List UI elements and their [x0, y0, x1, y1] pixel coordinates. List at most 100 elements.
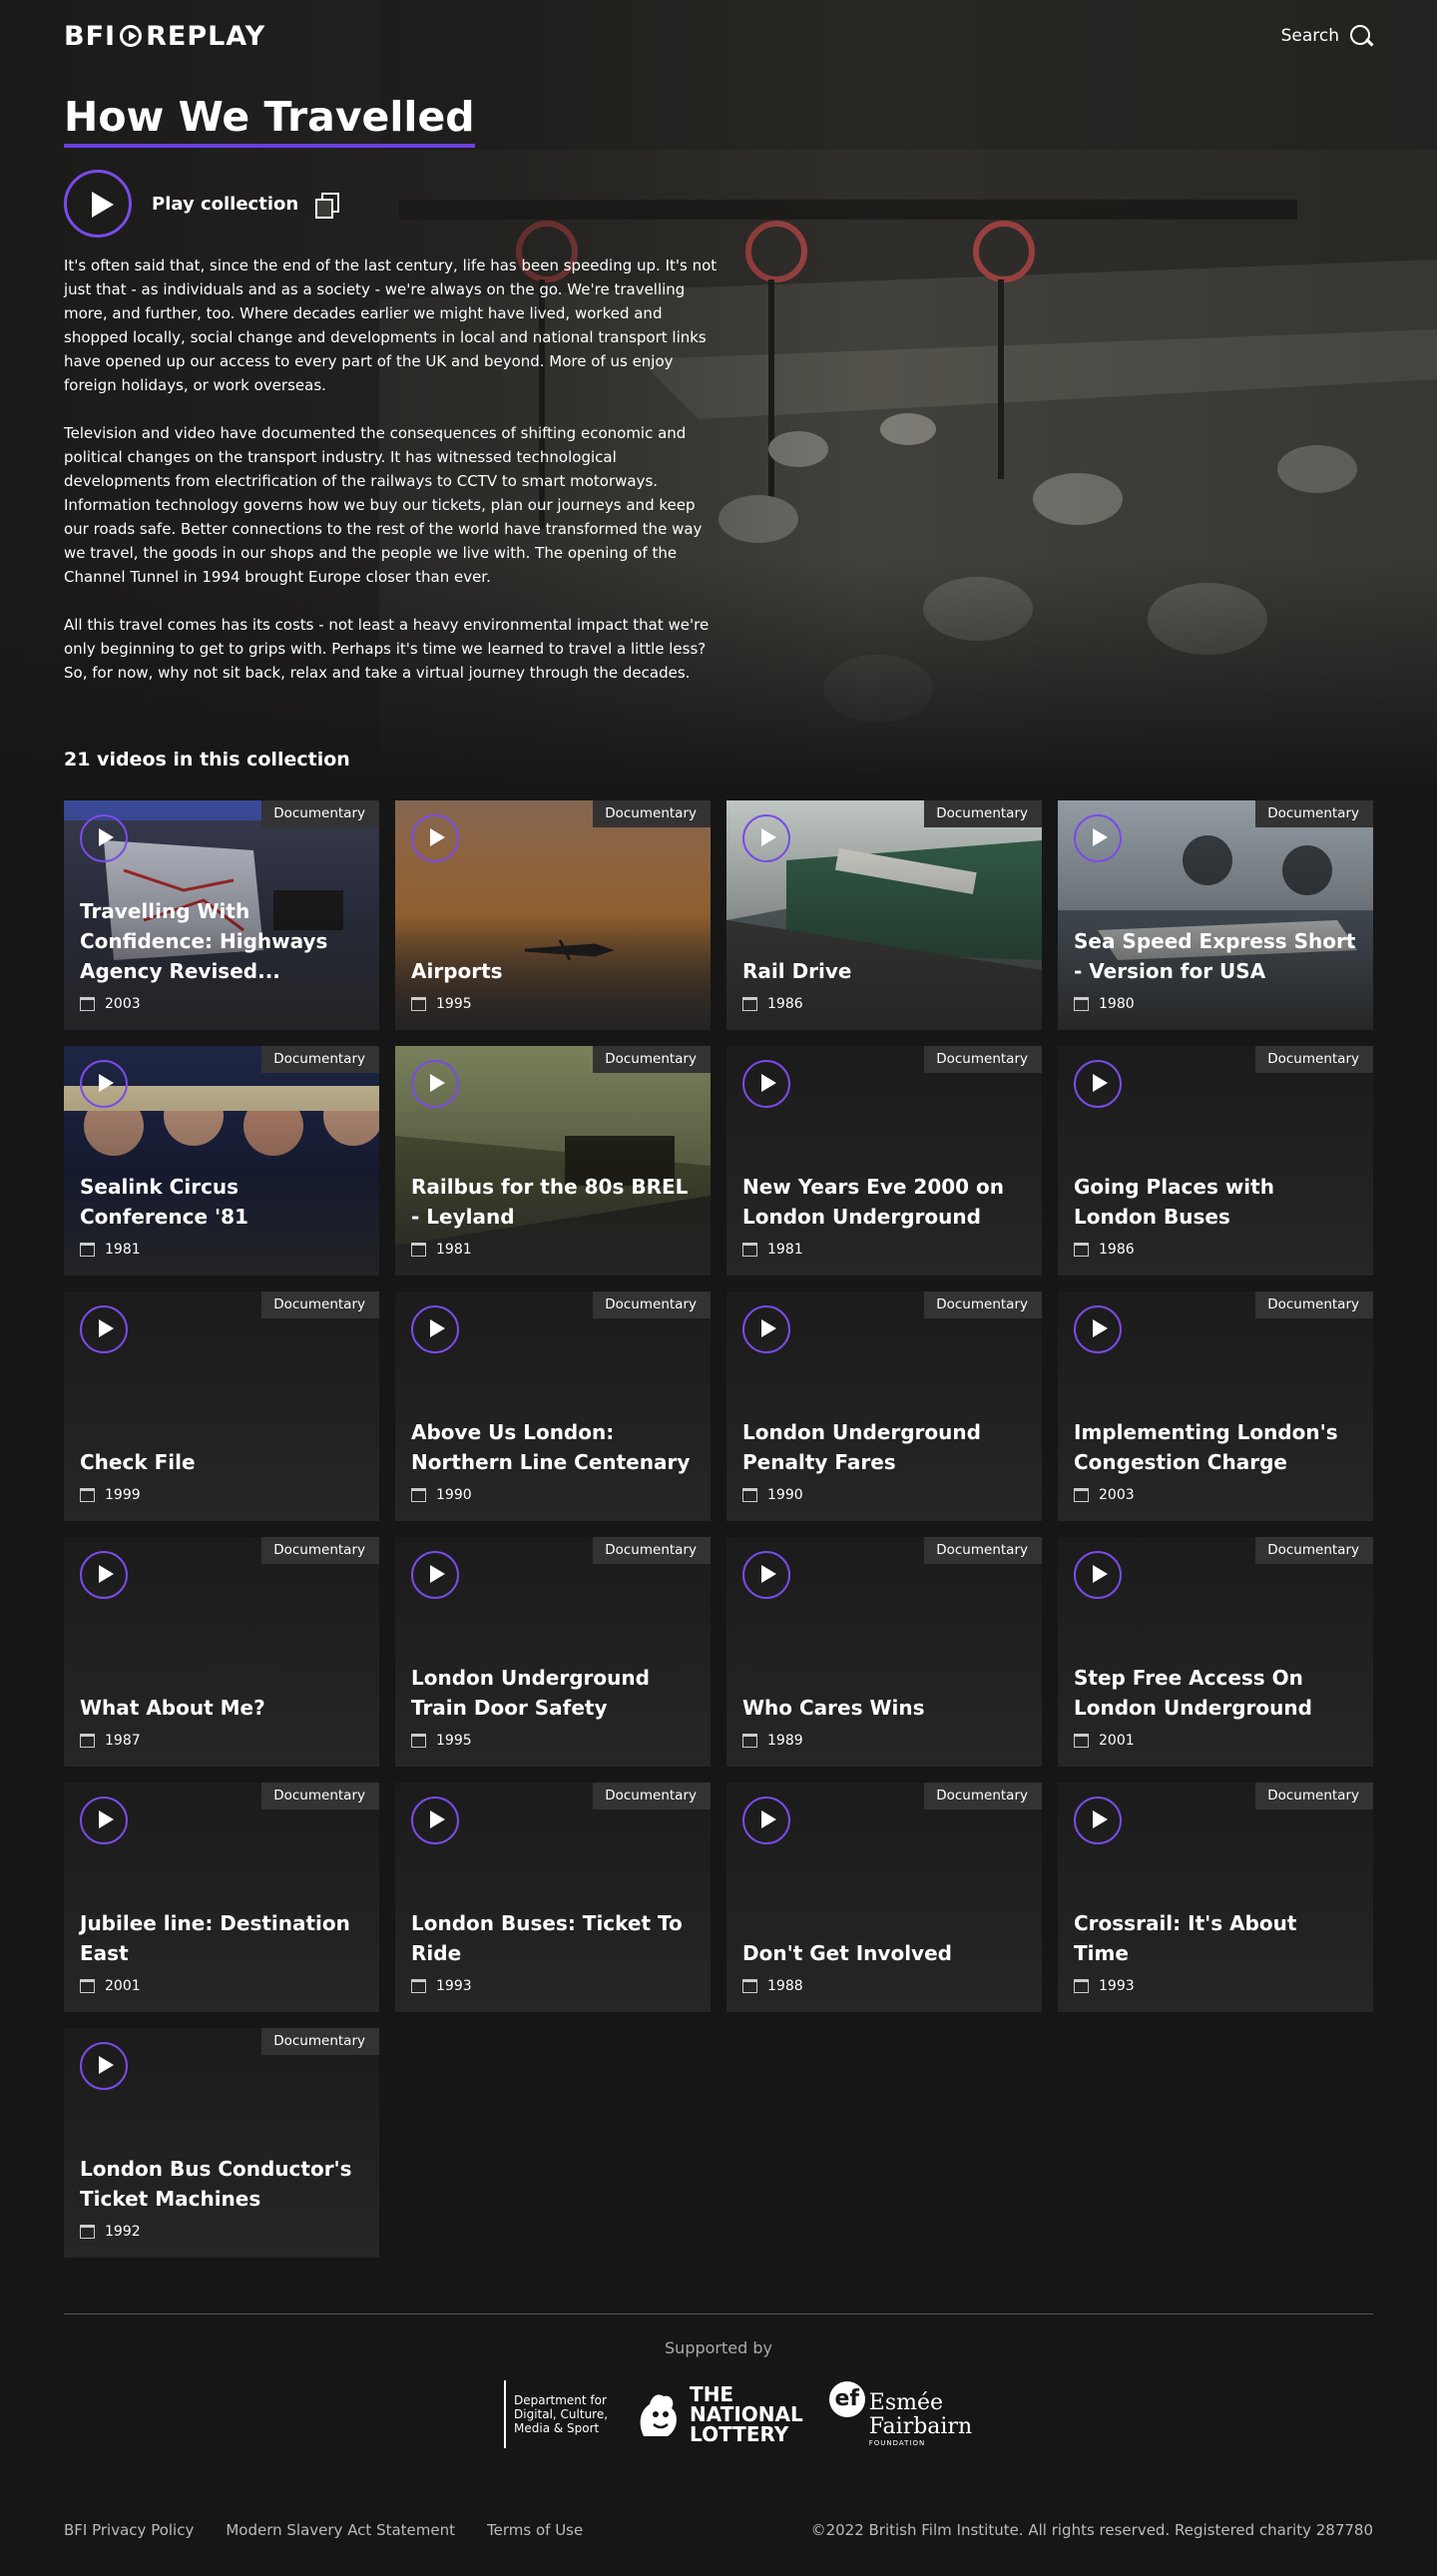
calendar-icon — [411, 1243, 426, 1257]
video-title[interactable]: Sealink Circus Conference '81 — [80, 1172, 363, 1232]
play-icon[interactable] — [411, 1551, 459, 1599]
video-card[interactable]: Documentary London Bus Conductor's Ticke… — [64, 2028, 379, 2258]
video-year: 1992 — [80, 2224, 363, 2240]
play-collection-button[interactable]: Play collection — [152, 194, 298, 215]
video-card[interactable]: Documentary What About Me? 1987 — [64, 1537, 379, 1767]
video-card[interactable]: Documentary Crossrail: It's About Time 1… — [1058, 1783, 1373, 2012]
video-title[interactable]: Step Free Access On London Underground — [1074, 1663, 1357, 1723]
play-icon[interactable] — [80, 2042, 128, 2090]
card-body: London Buses: Ticket To Ride 1993 — [411, 1908, 695, 1994]
play-icon[interactable] — [64, 170, 132, 238]
video-card[interactable]: Documentary London Underground Train Doo… — [395, 1537, 711, 1767]
video-title[interactable]: What About Me? — [80, 1693, 363, 1723]
genre-badge: Documentary — [593, 1537, 711, 1564]
play-icon[interactable] — [1074, 1060, 1122, 1108]
genre-badge: Documentary — [1255, 1537, 1373, 1564]
video-year: 1981 — [411, 1242, 695, 1258]
video-card[interactable]: Documentary Rail Drive 1986 — [726, 800, 1042, 1030]
video-card[interactable]: Documentary London Buses: Ticket To Ride… — [395, 1783, 711, 2012]
esmee-fairbairn-logo[interactable]: ef Esmée Fairbairn FOUNDATION — [828, 2380, 972, 2448]
video-title[interactable]: Crossrail: It's About Time — [1074, 1908, 1357, 1968]
terms-link[interactable]: Terms of Use — [487, 2521, 583, 2539]
calendar-icon — [80, 1979, 95, 1993]
play-icon[interactable] — [1074, 1305, 1122, 1353]
play-icon[interactable] — [742, 1060, 790, 1108]
year-label: 1990 — [767, 1487, 803, 1503]
video-title[interactable]: Travelling With Confidence: Highways Age… — [80, 896, 363, 986]
video-title[interactable]: New Years Eve 2000 on London Underground — [742, 1172, 1026, 1232]
video-year: 1990 — [411, 1487, 695, 1503]
play-icon[interactable] — [411, 1060, 459, 1108]
lottery-hand-icon — [640, 2394, 677, 2436]
video-year: 1986 — [1074, 1242, 1357, 1258]
video-card[interactable]: Documentary Who Cares Wins 1989 — [726, 1537, 1042, 1767]
genre-badge: Documentary — [1255, 1046, 1373, 1073]
video-card[interactable]: Documentary Check File 1999 — [64, 1291, 379, 1521]
video-title[interactable]: Check File — [80, 1447, 363, 1477]
genre-badge: Documentary — [924, 800, 1042, 827]
bfi-replay-logo[interactable]: BFI REPLAY — [64, 21, 265, 52]
video-card[interactable]: Documentary Sea Speed Express Short - Ve… — [1058, 800, 1373, 1030]
video-card[interactable]: Documentary New Years Eve 2000 on London… — [726, 1046, 1042, 1276]
video-title[interactable]: Railbus for the 80s BREL - Leyland — [411, 1172, 695, 1232]
video-year: 1995 — [411, 996, 695, 1012]
video-title[interactable]: Above Us London: Northern Line Centenary — [411, 1417, 695, 1477]
year-label: 1993 — [1099, 1978, 1135, 1994]
video-card[interactable]: Documentary Sealink Circus Conference '8… — [64, 1046, 379, 1276]
video-count: 21 videos in this collection — [64, 749, 350, 771]
dcms-logo[interactable]: Department for Digital, Culture, Media &… — [504, 2380, 608, 2448]
play-icon[interactable] — [1074, 814, 1122, 862]
year-label: 1981 — [105, 1242, 141, 1258]
play-icon[interactable] — [1074, 1797, 1122, 1844]
play-icon[interactable] — [80, 1797, 128, 1844]
play-icon[interactable] — [742, 1797, 790, 1844]
video-year: 1981 — [80, 1242, 363, 1258]
play-icon[interactable] — [742, 1551, 790, 1599]
video-title[interactable]: Sea Speed Express Short - Version for US… — [1074, 926, 1357, 986]
play-icon[interactable] — [80, 814, 128, 862]
genre-badge: Documentary — [261, 1291, 379, 1318]
year-label: 1988 — [767, 1978, 803, 1994]
video-card[interactable]: Documentary London Underground Penalty F… — [726, 1291, 1042, 1521]
video-title[interactable]: Who Cares Wins — [742, 1693, 1026, 1723]
modern-slavery-link[interactable]: Modern Slavery Act Statement — [226, 2521, 455, 2539]
video-card[interactable]: Documentary Airports 1995 — [395, 800, 711, 1030]
card-body: London Bus Conductor's Ticket Machines 1… — [80, 2154, 363, 2240]
national-lottery-logo[interactable]: THE NATIONAL LOTTERY — [634, 2384, 803, 2444]
video-card[interactable]: Documentary Railbus for the 80s BREL - L… — [395, 1046, 711, 1276]
video-title[interactable]: Airports — [411, 956, 695, 986]
video-year: 1995 — [411, 1733, 695, 1749]
video-title[interactable]: Implementing London's Congestion Charge — [1074, 1417, 1357, 1477]
play-icon[interactable] — [80, 1551, 128, 1599]
play-icon[interactable] — [411, 814, 459, 862]
video-title[interactable]: Going Places with London Buses — [1074, 1172, 1357, 1232]
video-title[interactable]: London Underground Penalty Fares — [742, 1417, 1026, 1477]
video-card[interactable]: Documentary Step Free Access On London U… — [1058, 1537, 1373, 1767]
video-card[interactable]: Documentary Travelling With Confidence: … — [64, 800, 379, 1030]
video-title[interactable]: Rail Drive — [742, 956, 1026, 986]
search-button[interactable]: Search — [1281, 24, 1373, 48]
video-title[interactable]: London Underground Train Door Safety — [411, 1663, 695, 1723]
card-body: What About Me? 1987 — [80, 1693, 363, 1749]
lottery-line: NATIONAL — [690, 2402, 803, 2426]
video-title[interactable]: London Bus Conductor's Ticket Machines — [80, 2154, 363, 2214]
play-icon[interactable] — [80, 1060, 128, 1108]
video-title[interactable]: Jubilee line: Destination East — [80, 1908, 363, 1968]
card-body: Check File 1999 — [80, 1447, 363, 1503]
video-card[interactable]: Documentary Going Places with London Bus… — [1058, 1046, 1373, 1276]
play-icon[interactable] — [411, 1797, 459, 1844]
copy-link-icon[interactable] — [314, 192, 340, 219]
play-icon[interactable] — [742, 1305, 790, 1353]
play-icon[interactable] — [411, 1305, 459, 1353]
privacy-policy-link[interactable]: BFI Privacy Policy — [64, 2521, 194, 2539]
video-card[interactable]: Documentary Don't Get Involved 1988 — [726, 1783, 1042, 2012]
video-card[interactable]: Documentary Jubilee line: Destination Ea… — [64, 1783, 379, 2012]
video-card[interactable]: Documentary Above Us London: Northern Li… — [395, 1291, 711, 1521]
video-card[interactable]: Documentary Implementing London's Conges… — [1058, 1291, 1373, 1521]
year-label: 2001 — [1099, 1733, 1135, 1749]
video-title[interactable]: London Buses: Ticket To Ride — [411, 1908, 695, 1968]
play-icon[interactable] — [1074, 1551, 1122, 1599]
play-icon[interactable] — [80, 1305, 128, 1353]
video-title[interactable]: Don't Get Involved — [742, 1938, 1026, 1968]
play-icon[interactable] — [742, 814, 790, 862]
